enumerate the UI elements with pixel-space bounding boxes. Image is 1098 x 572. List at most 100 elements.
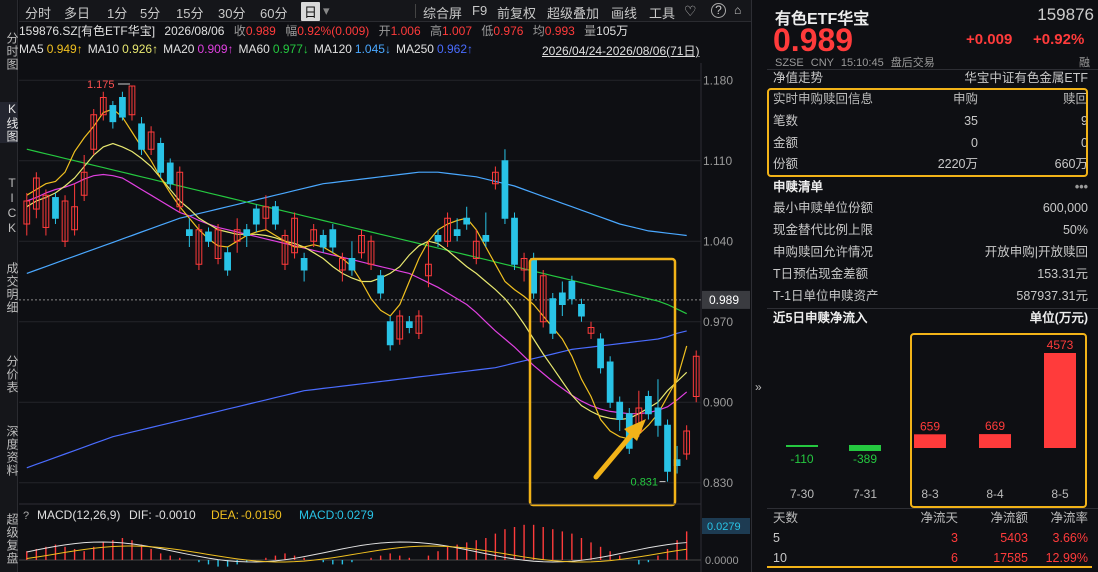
candle [61, 195, 69, 247]
period-multiday[interactable]: 多日 [64, 3, 90, 22]
y-tick-label: 1.040 [703, 234, 733, 248]
low-label: 低 [481, 24, 494, 38]
candle [272, 201, 279, 230]
list-row-label: T日预估现金差额 [773, 267, 869, 281]
list-more-icon[interactable]: ••• [1075, 177, 1088, 198]
btn-draw[interactable]: 画线 [611, 3, 637, 22]
candle-body [329, 229, 337, 248]
candle [511, 212, 518, 270]
sidebar-tab-intraday[interactable]: 分时图 [0, 32, 19, 71]
flow-header: 近5日申赎净流入 单位(万元) [773, 308, 1088, 329]
heart-icon[interactable]: ♡ [684, 3, 697, 20]
highlight-box-realtime [767, 88, 1088, 177]
macd-text: 0.0279 [337, 508, 374, 522]
stats-header: 天数 净流天 净流额 净流率 [773, 511, 1088, 525]
chg-label: 幅 [285, 24, 298, 38]
period-toolbar: 分时 多日 1分 5分 15分 30分 60分 日 ▾ 综合屏 F9 前复权 超… [19, 0, 751, 22]
btn-overlay[interactable]: 超级叠加 [547, 3, 599, 22]
y-tick-label: 1.180 [703, 73, 733, 87]
avg-value: 0.993 [544, 24, 575, 38]
list-row-value: 153.31元 [1037, 267, 1088, 281]
y-tick-label: 0.830 [703, 476, 733, 490]
ma10-line [26, 142, 688, 421]
candle-body [243, 229, 251, 236]
period-15min[interactable]: 15分 [176, 3, 203, 22]
candle [492, 166, 499, 190]
macd-settings-icon: ? [23, 510, 29, 522]
sidebar-tab-tick[interactable]: TICK [0, 176, 19, 236]
period-60min[interactable]: 60分 [260, 3, 287, 22]
candle [558, 281, 566, 316]
candle-body [434, 235, 442, 242]
period-5min[interactable]: 5分 [140, 3, 160, 22]
list-row-label: 申购赎回允许情况 [773, 245, 874, 259]
ma-name: MA250 [395, 42, 434, 56]
stats-row: 5 3 5403 3.66% [773, 531, 1088, 545]
candle [32, 172, 40, 219]
macd-text: -0.0010 [155, 508, 196, 522]
ma5-line [26, 108, 688, 440]
period-30min[interactable]: 30分 [218, 3, 245, 22]
ma-legend: MA5 0.949↑ MA10 0.926↑ MA20 0.909↑ MA60 0.977↓ M… [19, 42, 751, 60]
sidebar-tab-price-table[interactable]: 分价表 [0, 355, 19, 394]
nav-label: 净值走势 [773, 71, 824, 85]
period-day[interactable]: 日 [301, 2, 321, 21]
ma-legend-item: MA5 0.949↑ [19, 42, 83, 56]
ma20-line [26, 173, 688, 415]
period-1min[interactable]: 1分 [107, 3, 127, 22]
candle [415, 310, 423, 339]
flow-category-label: 7-30 [790, 487, 814, 501]
list-row-label: T-1日单位申赎资产 [773, 289, 879, 303]
candle-body [109, 105, 117, 123]
high-annotation: 1.175 [87, 79, 115, 91]
candle-body [205, 231, 212, 242]
candle [119, 91, 126, 121]
date-range[interactable]: 2026/04/24-2026/08/06(71日) [542, 42, 699, 59]
ma-name: MA5 [19, 42, 44, 56]
ma-legend-item: MA20 0.909↑ [163, 42, 233, 56]
ma-value: 0.962↑ [436, 42, 474, 56]
macd-text: DEA: [211, 508, 239, 522]
flow-category-label: 7-31 [853, 487, 877, 501]
period-intraday[interactable]: 分时 [25, 3, 51, 22]
list-row-value: 587937.31元 [1016, 289, 1088, 303]
kline-chart[interactable]: 1.180 1.110 1.040 0.970 0.900 0.830 0.989 1.175… [19, 63, 751, 572]
sidebar-tab-kline[interactable]: K线图 [0, 102, 19, 143]
close-value: 0.989 [245, 24, 276, 38]
candle-body [530, 258, 538, 294]
candle-body [578, 304, 585, 317]
low-value: 0.976 [493, 24, 524, 38]
candle-body [645, 396, 652, 415]
candle-body [252, 208, 260, 225]
period-dropdown-icon[interactable]: ▾ [323, 3, 330, 19]
avg-label: 均 [532, 24, 545, 38]
macd-legend: ? MACD(12,26,9) DIF: -0.0010 DEA: -0.0150 MACD… [23, 508, 374, 522]
nav-row[interactable]: 净值走势 华宝中证有色金属ETF [773, 68, 1088, 89]
collapse-panel-icon[interactable]: » [755, 380, 762, 394]
candle-body [405, 321, 413, 328]
sidebar-tab-replay[interactable]: 超级复盘 [0, 513, 19, 565]
vol-value: 105万 [596, 24, 629, 38]
btn-composite-screen[interactable]: 综合屏 [423, 3, 462, 22]
candle-body [348, 258, 356, 271]
candle [405, 316, 413, 334]
btn-f9[interactable]: F9 [472, 3, 487, 18]
open-label: 开 [378, 24, 391, 38]
btn-tools[interactable]: 工具 [649, 3, 675, 22]
sidebar-tab-trade-detail[interactable]: 成交明细 [0, 262, 19, 314]
candle-body [558, 292, 566, 305]
y-tick-label: 0.970 [703, 315, 733, 329]
ma-value: 0.926↑ [122, 42, 159, 56]
y-tick-label: 1.110 [703, 154, 732, 168]
lock-icon[interactable]: ⌂ [734, 3, 741, 17]
candle [205, 227, 212, 247]
help-icon[interactable]: ? [711, 3, 726, 18]
ma-value: 0.909↑ [197, 42, 234, 56]
high-value: 1.007 [442, 24, 473, 38]
candle-body [300, 258, 308, 271]
list-row: T日预估现金差额 153.31元 [773, 264, 1088, 285]
candle [310, 224, 318, 247]
sidebar-tab-depth-data[interactable]: 深度资料 [0, 425, 19, 477]
candle-body [119, 97, 126, 118]
btn-fq[interactable]: 前复权 [497, 3, 536, 22]
